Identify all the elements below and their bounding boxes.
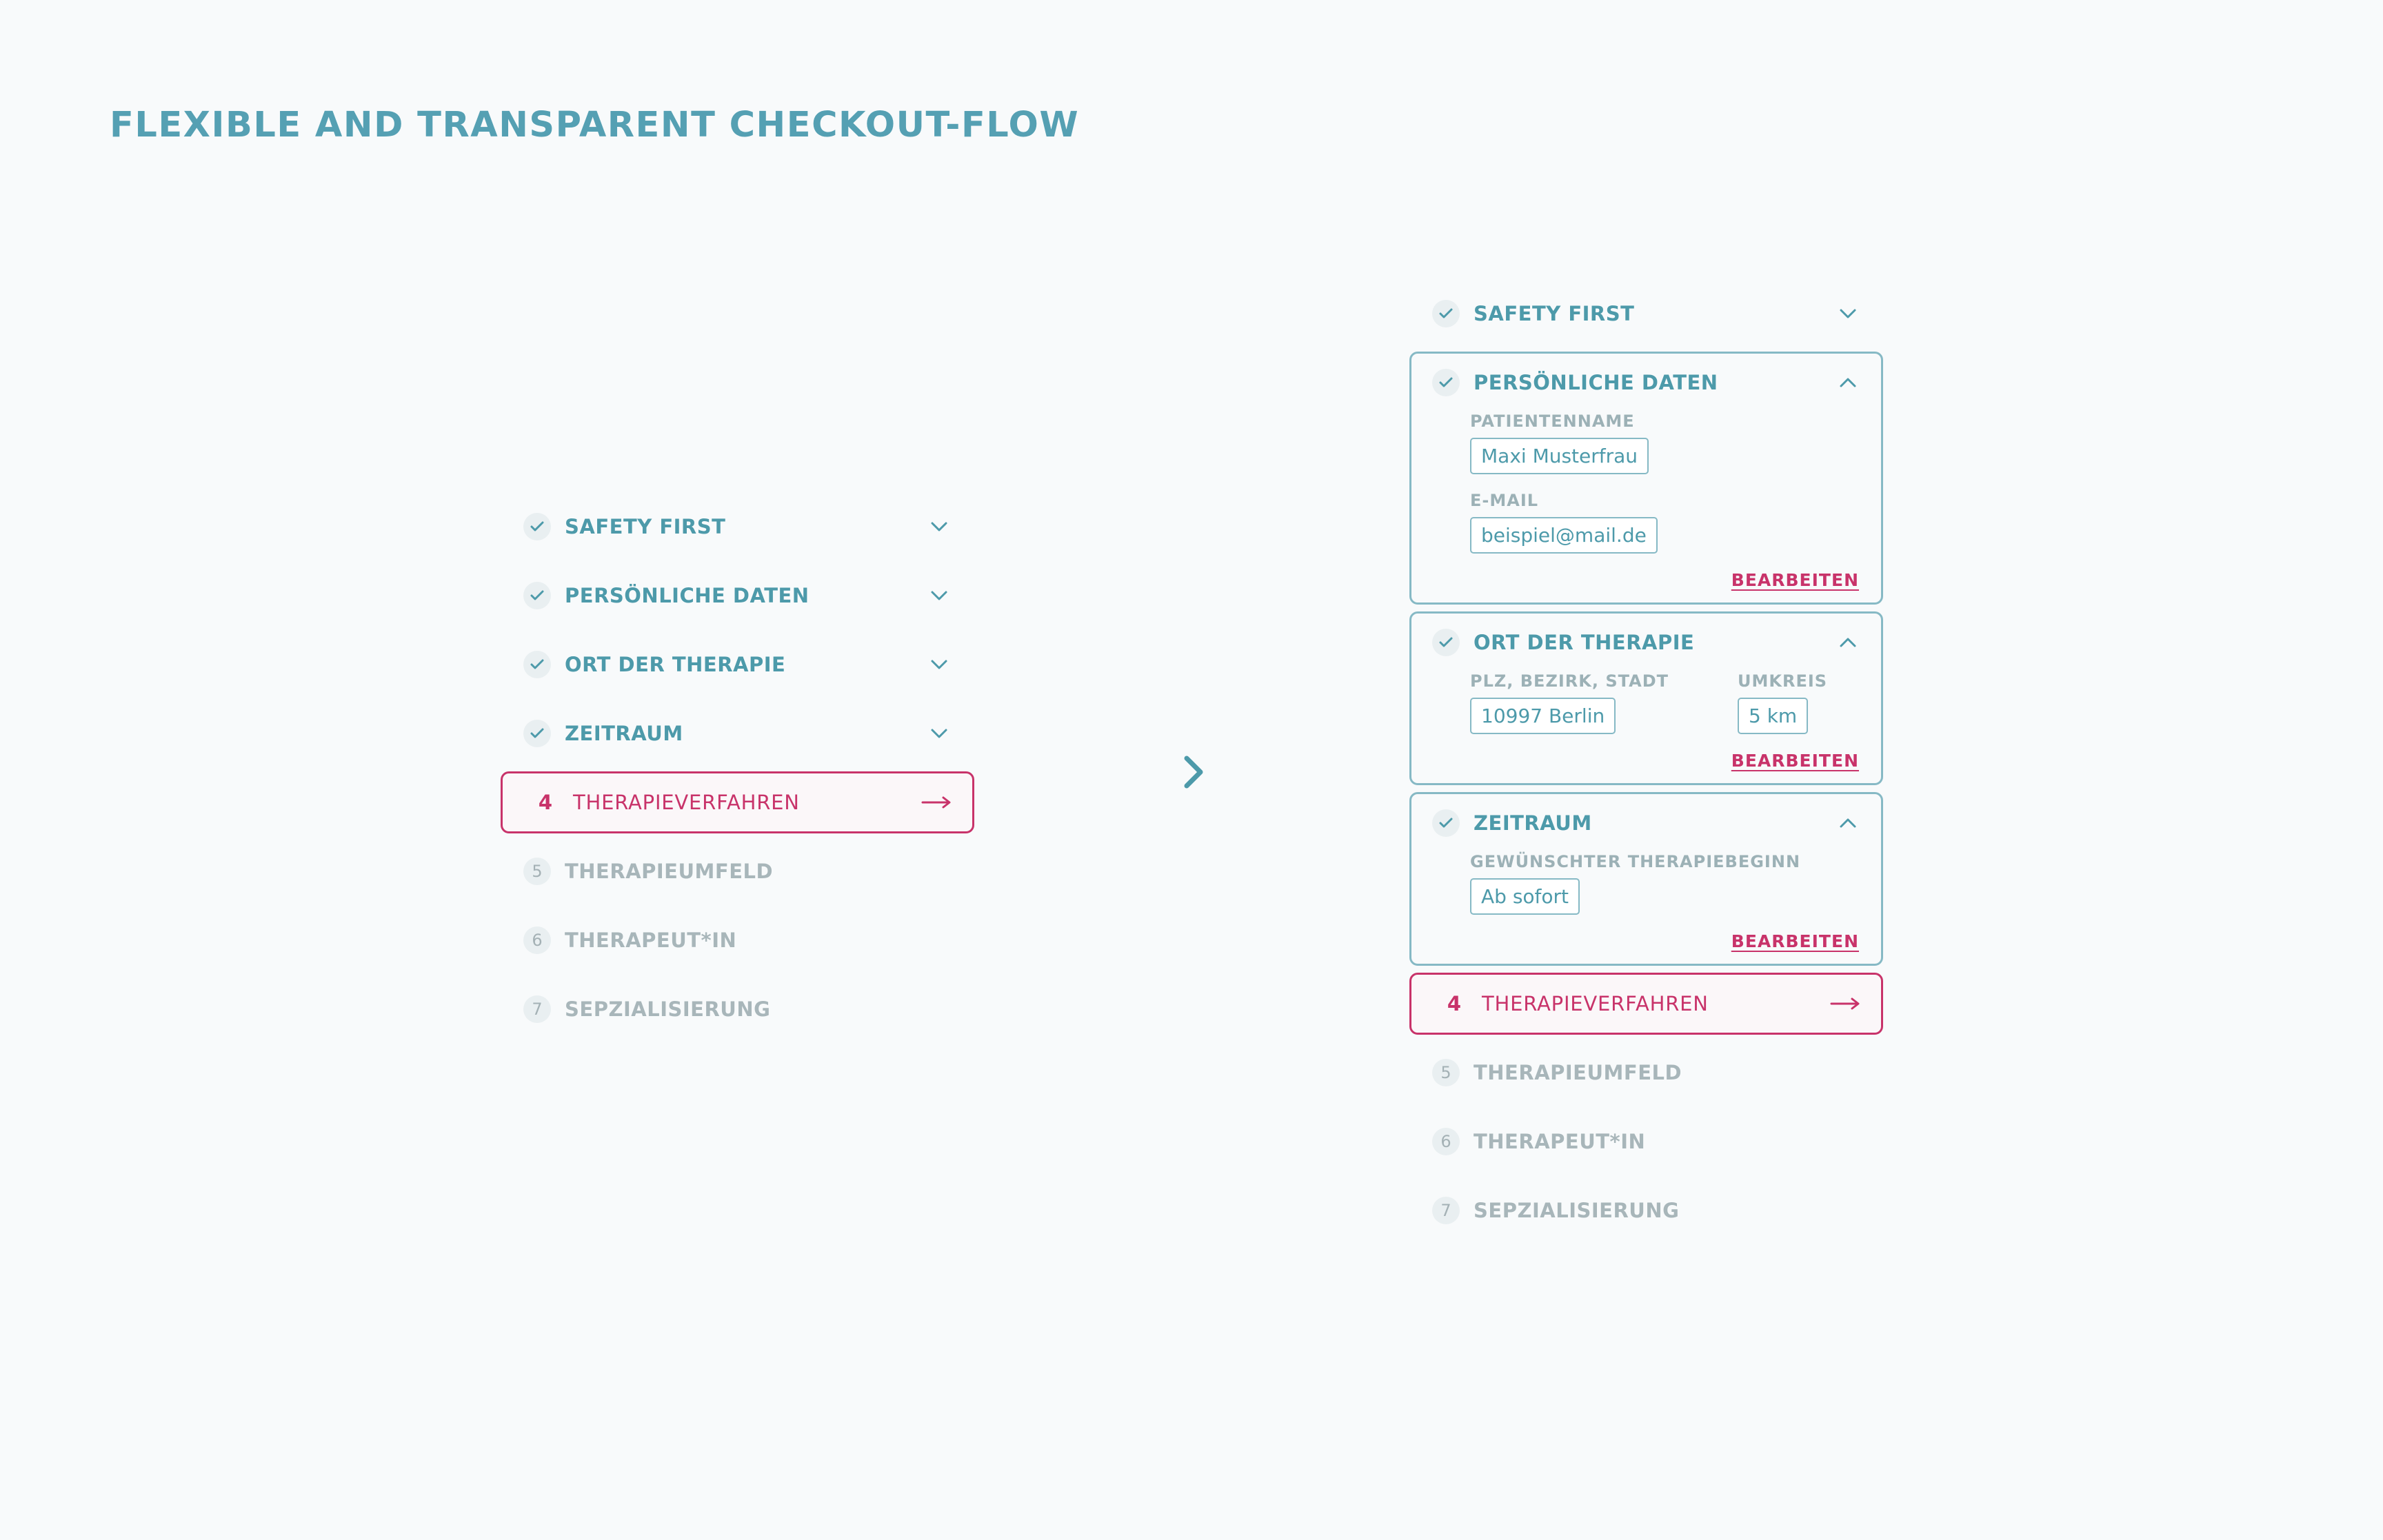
- step-label: SAFETY FIRST: [565, 515, 726, 538]
- checkout-flow-collapsed: SAFETY FIRST PERSÖNLICHE DATEN ORT DER T…: [501, 496, 974, 1047]
- check-icon: [1432, 369, 1460, 396]
- step-number-badge: 5: [1432, 1059, 1460, 1086]
- page-title: FLEXIBLE AND TRANSPARENT CHECKOUT-FLOW: [110, 105, 1080, 145]
- chevron-up-icon[interactable]: [1839, 377, 1857, 388]
- card-ort-der-therapie: ORT DER THERAPIE PLZ, BEZIRK, STADT 1099…: [1409, 611, 1883, 785]
- check-icon: [523, 513, 551, 540]
- edit-link[interactable]: BEARBEITEN: [1731, 931, 1859, 951]
- email-label: E-MAIL: [1470, 491, 1539, 510]
- step-label: THERAPIEUMFELD: [565, 860, 774, 883]
- step-therapieverfahren-active[interactable]: 4 THERAPIEVERFAHREN: [501, 771, 974, 833]
- step-label: ORT DER THERAPIE: [1474, 631, 1695, 654]
- step-label: ORT DER THERAPIE: [565, 653, 786, 676]
- step-persoenliche-daten[interactable]: PERSÖNLICHE DATEN: [501, 565, 974, 627]
- chevron-up-icon[interactable]: [1839, 637, 1857, 648]
- check-icon: [523, 582, 551, 609]
- step-header[interactable]: PERSÖNLICHE DATEN: [1411, 354, 1881, 412]
- check-icon: [523, 720, 551, 747]
- step-therapeutin: 6 THERAPEUT*IN: [1409, 1111, 1883, 1173]
- step-therapieumfeld: 5 THERAPIEUMFELD: [501, 840, 974, 902]
- step-number: 4: [1447, 992, 1462, 1015]
- chevron-up-icon[interactable]: [1839, 818, 1857, 829]
- step-number-badge: 7: [523, 995, 551, 1023]
- step-spezialisierung: 7 SEPZIALISIERUNG: [1409, 1179, 1883, 1242]
- step-safety-first[interactable]: SAFETY FIRST: [501, 496, 974, 558]
- step-safety-first[interactable]: SAFETY FIRST: [1409, 283, 1883, 345]
- step-therapieumfeld: 5 THERAPIEUMFELD: [1409, 1042, 1883, 1104]
- step-label: THERAPIEVERFAHREN: [1482, 992, 1709, 1015]
- step-number-badge: 6: [523, 926, 551, 954]
- check-icon: [1432, 300, 1460, 327]
- step-label: SEPZIALISIERUNG: [1474, 1199, 1680, 1222]
- radius-value: 5 km: [1738, 698, 1809, 734]
- chevron-down-icon[interactable]: [1839, 308, 1857, 319]
- step-header[interactable]: ZEITRAUM: [1411, 794, 1881, 852]
- check-icon: [523, 651, 551, 678]
- step-ort-der-therapie[interactable]: ORT DER THERAPIE: [501, 634, 974, 696]
- step-therapeutin: 6 THERAPEUT*IN: [501, 909, 974, 971]
- step-label: SAFETY FIRST: [1474, 302, 1635, 325]
- location-value: 10997 Berlin: [1470, 698, 1616, 734]
- chevron-down-icon[interactable]: [930, 590, 948, 601]
- arrow-right-icon[interactable]: [921, 796, 952, 809]
- step-header[interactable]: ORT DER THERAPIE: [1411, 614, 1881, 671]
- chevron-right-icon: [1184, 756, 1203, 789]
- step-number-badge: 5: [523, 858, 551, 885]
- step-label: ZEITRAUM: [1474, 811, 1592, 835]
- edit-link[interactable]: BEARBEITEN: [1731, 751, 1859, 771]
- step-label: THERAPIEUMFELD: [1474, 1061, 1682, 1084]
- step-zeitraum[interactable]: ZEITRAUM: [501, 702, 974, 764]
- email-value: beispiel@mail.de: [1470, 517, 1658, 554]
- therapy-start-value: Ab sofort: [1470, 878, 1580, 915]
- step-label: PERSÖNLICHE DATEN: [565, 584, 810, 607]
- location-label: PLZ, BEZIRK, STADT: [1470, 671, 1669, 691]
- edit-link[interactable]: BEARBEITEN: [1731, 570, 1859, 590]
- step-number-badge: 6: [1432, 1128, 1460, 1155]
- check-icon: [1432, 629, 1460, 656]
- step-label: SEPZIALISIERUNG: [565, 997, 771, 1021]
- arrow-right-icon[interactable]: [1830, 997, 1860, 1011]
- step-label: THERAPEUT*IN: [1474, 1130, 1646, 1153]
- step-label: PERSÖNLICHE DATEN: [1474, 371, 1718, 394]
- chevron-down-icon[interactable]: [930, 521, 948, 532]
- patient-name-value: Maxi Musterfrau: [1470, 438, 1649, 474]
- step-spezialisierung: 7 SEPZIALISIERUNG: [501, 978, 974, 1040]
- check-icon: [1432, 809, 1460, 837]
- patient-name-label: PATIENTENNAME: [1470, 412, 1635, 431]
- card-zeitraum: ZEITRAUM GEWÜNSCHTER THERAPIEBEGINN Ab s…: [1409, 792, 1883, 966]
- card-persoenliche-daten: PERSÖNLICHE DATEN PATIENTENNAME Maxi Mus…: [1409, 352, 1883, 605]
- step-label: ZEITRAUM: [565, 722, 683, 745]
- step-therapieverfahren-active[interactable]: 4 THERAPIEVERFAHREN: [1409, 973, 1883, 1035]
- step-label: THERAPIEVERFAHREN: [573, 791, 800, 814]
- checkout-flow-expanded: SAFETY FIRST PERSÖNLICHE DATEN PATIENTEN…: [1409, 283, 1883, 1248]
- step-number: 4: [538, 791, 553, 814]
- chevron-down-icon[interactable]: [930, 659, 948, 670]
- step-number-badge: 7: [1432, 1197, 1460, 1224]
- radius-label: UMKREIS: [1738, 671, 1828, 691]
- chevron-down-icon[interactable]: [930, 728, 948, 739]
- therapy-start-label: GEWÜNSCHTER THERAPIEBEGINN: [1470, 852, 1801, 871]
- step-label: THERAPEUT*IN: [565, 929, 737, 952]
